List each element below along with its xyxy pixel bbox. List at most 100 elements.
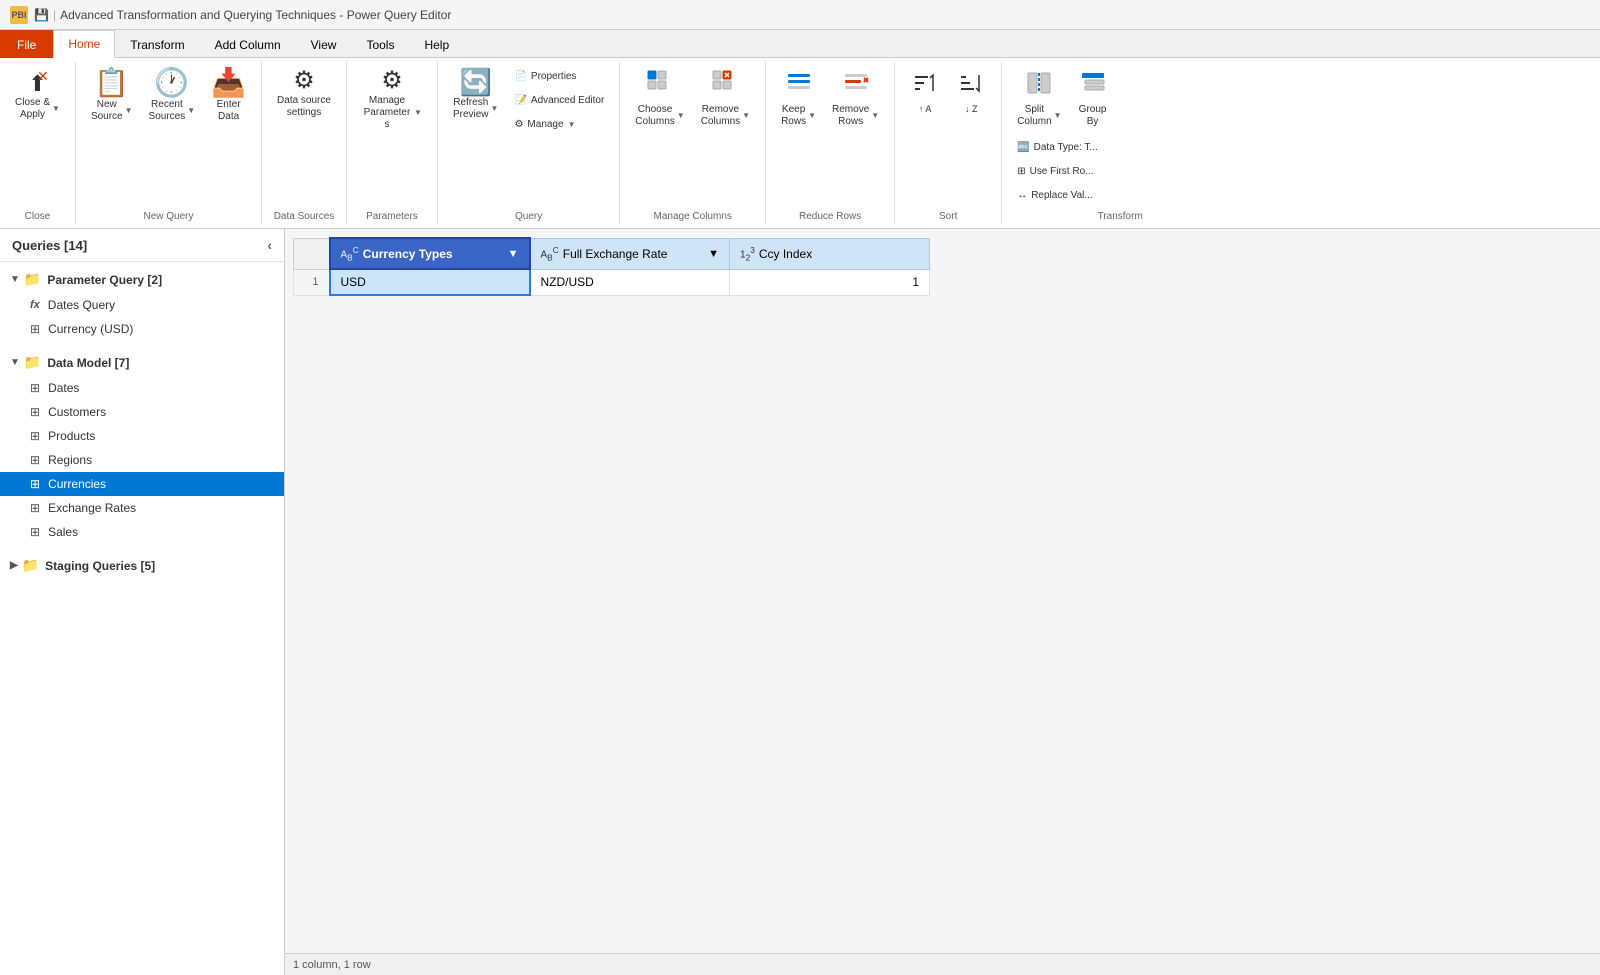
split-column-button[interactable]: SplitColumn ▼ bbox=[1010, 64, 1068, 133]
use-first-row-button[interactable]: ⊞ Use First Ro... bbox=[1010, 161, 1130, 183]
col-filter-icon-currency-types[interactable]: ▼ bbox=[508, 248, 519, 260]
sidebar-item-currencies[interactable]: ⊞ Currencies bbox=[0, 472, 284, 496]
sidebar-collapse-button[interactable]: ‹ bbox=[267, 237, 272, 253]
app-logo: PBI bbox=[10, 6, 28, 24]
keep-rows-button[interactable]: KeepRows ▼ bbox=[774, 64, 823, 133]
properties-label: Properties bbox=[531, 71, 577, 83]
folder-icon-parameter-query: 📁 bbox=[24, 271, 41, 288]
sidebar-item-label-currency-usd: Currency (USD) bbox=[48, 322, 133, 336]
group-label-sort: Sort bbox=[903, 207, 993, 222]
sidebar-content: ▼ 📁 Parameter Query [2] fx Dates Query ⊞… bbox=[0, 262, 284, 975]
new-source-button[interactable]: 📋 NewSource ▼ bbox=[84, 64, 140, 128]
sort-asc-button[interactable]: ↑ A bbox=[903, 64, 947, 120]
group-label-query: Query bbox=[446, 207, 611, 222]
sidebar-item-dates[interactable]: ⊞ Dates bbox=[0, 376, 284, 400]
choose-columns-button[interactable]: ChooseColumns ▼ bbox=[628, 64, 691, 133]
sidebar-group-header-data-model[interactable]: ▼ 📁 Data Model [7] bbox=[0, 349, 284, 376]
group-by-icon bbox=[1080, 69, 1106, 102]
expand-icon-data-model: ▼ bbox=[10, 357, 20, 368]
choose-columns-icon bbox=[646, 69, 674, 102]
table-icon-sales: ⊞ bbox=[30, 525, 40, 539]
col-header-inner-currency-types: ABC Currency Types ▼ bbox=[341, 245, 519, 262]
save-icon[interactable]: 💾 bbox=[34, 8, 49, 22]
group-label-close: Close bbox=[8, 207, 67, 222]
close-apply-label: Close &Apply ▼ bbox=[15, 97, 60, 121]
ribbon: ⬆ ✕ Close &Apply ▼ Close 📋 NewSource ▼ 🕐… bbox=[0, 58, 1600, 229]
choose-columns-label: ChooseColumns ▼ bbox=[635, 104, 684, 128]
remove-rows-label: RemoveRows ▼ bbox=[832, 104, 879, 128]
table-icon-dates: ⊞ bbox=[30, 381, 40, 395]
col-filter-icon-full-exchange-rate[interactable]: ▼ bbox=[708, 248, 719, 260]
group-by-button[interactable]: GroupBy bbox=[1071, 64, 1115, 133]
data-type-button[interactable]: 🔤 Data Type: T... bbox=[1010, 137, 1130, 159]
remove-rows-button[interactable]: RemoveRows ▼ bbox=[825, 64, 886, 133]
cell-full-exchange-rate-1[interactable]: NZD/USD bbox=[530, 269, 730, 295]
sidebar-group-header-staging-queries[interactable]: ▶ 📁 Staging Queries [5] bbox=[0, 552, 284, 579]
col-type-icon-currency-types: ABC bbox=[341, 245, 359, 262]
ribbon-group-reduce-rows: KeepRows ▼ RemoveRows ▼ Reduce Rows bbox=[766, 62, 895, 224]
recent-sources-button[interactable]: 🕐 RecentSources ▼ bbox=[142, 64, 203, 128]
cell-ccy-index-1[interactable]: 1 bbox=[730, 269, 930, 295]
col-header-inner-ccy-index: 123 Ccy Index bbox=[740, 245, 919, 262]
sidebar-item-products[interactable]: ⊞ Products bbox=[0, 424, 284, 448]
manage-parameters-button[interactable]: ⚙ ManageParameters ▼ bbox=[355, 64, 429, 136]
advanced-editor-button[interactable]: 📝 Advanced Editor bbox=[507, 90, 611, 112]
enter-data-icon: 📥 bbox=[211, 69, 246, 97]
refresh-preview-button[interactable]: 🔄 RefreshPreview ▼ bbox=[446, 64, 506, 126]
ribbon-group-data-sources: ⚙ Data sourcesettings Data Sources bbox=[262, 62, 347, 224]
sidebar-group-parameter-query: ▼ 📁 Parameter Query [2] fx Dates Query ⊞… bbox=[0, 262, 284, 345]
close-apply-button[interactable]: ⬆ ✕ Close &Apply ▼ bbox=[8, 64, 67, 126]
remove-columns-label: RemoveColumns ▼ bbox=[701, 104, 750, 128]
sidebar-item-label-customers: Customers bbox=[48, 405, 106, 419]
fx-icon-dates: fx bbox=[30, 299, 40, 311]
title-separator: | bbox=[53, 8, 56, 22]
sidebar-group-header-parameter-query[interactable]: ▼ 📁 Parameter Query [2] bbox=[0, 266, 284, 293]
sidebar-item-label-currencies: Currencies bbox=[48, 477, 106, 491]
properties-button[interactable]: 📄 Properties bbox=[507, 66, 611, 88]
group-label-transform: Transform bbox=[1010, 207, 1230, 222]
sort-desc-icon bbox=[958, 69, 984, 102]
col-header-currency-types[interactable]: ABC Currency Types ▼ bbox=[330, 238, 530, 269]
refresh-preview-label: RefreshPreview ▼ bbox=[453, 97, 499, 121]
new-source-icon: 📋 bbox=[94, 69, 129, 97]
ribbon-group-manage-columns: ChooseColumns ▼ RemoveColumns ▼ Manage C… bbox=[620, 62, 766, 224]
cell-currency-types-1[interactable]: USD bbox=[330, 269, 530, 295]
sidebar-header: Queries [14] ‹ bbox=[0, 229, 284, 262]
tab-help[interactable]: Help bbox=[409, 30, 464, 58]
sidebar-item-currency-usd[interactable]: ⊞ Currency (USD) bbox=[0, 317, 284, 341]
sidebar-item-label-products: Products bbox=[48, 429, 95, 443]
col-header-full-exchange-rate[interactable]: ABC Full Exchange Rate ▼ bbox=[530, 238, 730, 269]
content-area: ABC Currency Types ▼ ABC Full Exchange R… bbox=[285, 229, 1600, 975]
enter-data-button[interactable]: 📥 EnterData bbox=[204, 64, 253, 128]
title-bar: PBI 💾 | Advanced Transformation and Quer… bbox=[0, 0, 1600, 30]
col-header-ccy-index[interactable]: 123 Ccy Index bbox=[730, 238, 930, 269]
sidebar-item-regions[interactable]: ⊞ Regions bbox=[0, 448, 284, 472]
app-title: Advanced Transformation and Querying Tec… bbox=[60, 8, 451, 22]
sidebar-item-label-dates-query: Dates Query bbox=[48, 298, 115, 312]
ribbon-group-sort: ↑ A ↓ Z Sort bbox=[895, 62, 1002, 224]
data-source-settings-button[interactable]: ⚙ Data sourcesettings bbox=[270, 64, 338, 124]
remove-columns-button[interactable]: RemoveColumns ▼ bbox=[694, 64, 757, 133]
tab-tools[interactable]: Tools bbox=[351, 30, 409, 58]
table-icon-regions: ⊞ bbox=[30, 453, 40, 467]
data-table-area: ABC Currency Types ▼ ABC Full Exchange R… bbox=[285, 229, 1600, 953]
sidebar-item-customers[interactable]: ⊞ Customers bbox=[0, 400, 284, 424]
group-label-new-query: New Query bbox=[84, 207, 253, 222]
ribbon-group-parameters: ⚙ ManageParameters ▼ Parameters bbox=[347, 62, 438, 224]
tab-add-column[interactable]: Add Column bbox=[200, 30, 296, 58]
ribbon-group-query: 🔄 RefreshPreview ▼ 📄 Properties 📝 Advanc… bbox=[438, 62, 620, 224]
tab-file[interactable]: File bbox=[0, 30, 53, 58]
sidebar-item-exchange-rates[interactable]: ⊞ Exchange Rates bbox=[0, 496, 284, 520]
tab-view[interactable]: View bbox=[296, 30, 352, 58]
tab-transform[interactable]: Transform bbox=[115, 30, 199, 58]
recent-sources-icon: 🕐 bbox=[154, 69, 189, 97]
replace-values-button[interactable]: ↔ Replace Val... bbox=[1010, 185, 1130, 207]
sidebar-item-dates-query[interactable]: fx Dates Query bbox=[0, 293, 284, 317]
tab-home[interactable]: Home bbox=[53, 30, 115, 58]
sort-desc-button[interactable]: ↓ Z bbox=[949, 64, 993, 120]
manage-dropdown-arrow: ▼ bbox=[568, 120, 576, 130]
manage-button[interactable]: ⚙ Manage ▼ bbox=[507, 114, 611, 136]
sidebar-item-sales[interactable]: ⊞ Sales bbox=[0, 520, 284, 544]
group-label-data-sources: Data Sources bbox=[270, 207, 338, 222]
col-label-ccy-index: Ccy Index bbox=[759, 247, 812, 261]
